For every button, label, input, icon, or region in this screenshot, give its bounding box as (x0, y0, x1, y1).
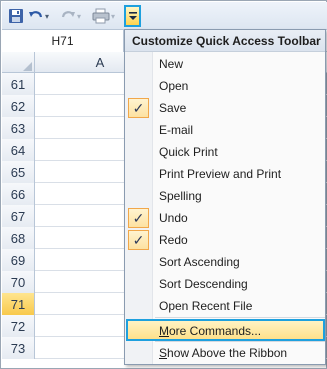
menu-item-open[interactable]: Open (125, 75, 325, 97)
menu-item-open-recent-file[interactable]: Open Recent File (125, 295, 325, 317)
menu-item-label: Redo (159, 233, 188, 247)
customize-toolbar-button[interactable] (124, 5, 141, 27)
quick-print-button[interactable]: ▾ (92, 7, 115, 25)
checkmark-icon: ✓ (128, 230, 149, 250)
menu-item-label: Sort Descending (159, 277, 248, 291)
redo-icon (60, 8, 76, 24)
row-header[interactable]: 65 (2, 161, 35, 183)
show-above-label: Show Above the Ribbon (159, 346, 287, 360)
select-all-corner[interactable] (2, 52, 35, 73)
redo-button[interactable]: ▾ (60, 7, 81, 25)
menu-item-spelling[interactable]: Spelling (125, 185, 325, 207)
menu-item-label: Save (159, 101, 187, 115)
menu-item-label: Undo (159, 211, 188, 225)
menu-item-undo[interactable]: ✓ Undo (125, 207, 325, 229)
row-header[interactable]: 69 (2, 249, 35, 271)
row-header[interactable]: 67 (2, 205, 35, 227)
name-box[interactable]: H71 (2, 30, 124, 52)
checkmark-icon: ✓ (128, 208, 149, 228)
row-header-active[interactable]: 71 (2, 293, 35, 315)
row-header[interactable]: 63 (2, 117, 35, 139)
menu-items: New Open ✓ Save E-mail Quick Print Print … (125, 53, 325, 317)
select-all-triangle-icon (23, 62, 32, 71)
more-commands-accelerator: M (159, 324, 169, 338)
menu-item-label: Print Preview and Print (159, 167, 282, 181)
undo-icon (28, 8, 44, 24)
menu-title: Customize Quick Access Toolbar (125, 30, 325, 52)
menu-item-sort-descending[interactable]: Sort Descending (125, 273, 325, 295)
menu-item-label: Spelling (159, 189, 202, 203)
undo-dropdown-arrow[interactable]: ▾ (45, 12, 49, 21)
row-header[interactable]: 62 (2, 95, 35, 117)
menu-item-redo[interactable]: ✓ Redo (125, 229, 325, 251)
row-header[interactable]: 64 (2, 139, 35, 161)
menu-item-quick-print[interactable]: Quick Print (125, 141, 325, 163)
row-header[interactable]: 61 (2, 73, 35, 95)
show-above-text: how Above the Ribbon (167, 346, 288, 360)
menu-item-label: Open (159, 79, 189, 93)
undo-button[interactable]: ▾ (28, 7, 49, 25)
row-header[interactable]: 70 (2, 271, 35, 293)
menu-item-email[interactable]: E-mail (125, 119, 325, 141)
quick-print-icon (92, 8, 110, 24)
row-header[interactable]: 73 (2, 337, 35, 359)
more-commands-label: More Commands... (159, 324, 261, 338)
quick-access-toolbar: ▾ ▾ ▾ (2, 2, 327, 30)
customize-toolbar-icon (128, 10, 138, 25)
redo-dropdown-arrow[interactable]: ▾ (77, 12, 81, 21)
print-dropdown-arrow[interactable]: ▾ (111, 12, 115, 21)
menu-item-show-above-ribbon[interactable]: Show Above the Ribbon (125, 342, 325, 364)
more-commands-text: ore Commands... (169, 324, 262, 338)
menu-item-more-commands[interactable]: More Commands... (126, 319, 325, 341)
menu-item-label: Quick Print (159, 145, 218, 159)
menu-item-label: E-mail (159, 123, 194, 137)
show-above-accelerator: S (159, 346, 168, 360)
save-button[interactable] (8, 7, 24, 25)
row-header[interactable]: 68 (2, 227, 35, 249)
menu-item-label: Sort Ascending (159, 255, 240, 269)
menu-item-label: Open Recent File (159, 299, 253, 313)
checkmark-icon: ✓ (128, 98, 149, 118)
save-icon (8, 8, 24, 24)
row-header[interactable]: 66 (2, 183, 35, 205)
excel-window: ▾ ▾ ▾ H71 A 61 62 63 64 65 66 67 68 69 7… (0, 0, 327, 369)
menu-item-sort-ascending[interactable]: Sort Ascending (125, 251, 325, 273)
menu-item-save[interactable]: ✓ Save (125, 97, 325, 119)
customize-toolbar-menu: Customize Quick Access Toolbar New Open … (124, 29, 326, 365)
menu-separator (155, 317, 325, 318)
menu-item-print-preview[interactable]: Print Preview and Print (125, 163, 325, 185)
menu-item-new[interactable]: New (125, 53, 325, 75)
row-header[interactable]: 72 (2, 315, 35, 337)
menu-item-label: New (159, 57, 184, 71)
